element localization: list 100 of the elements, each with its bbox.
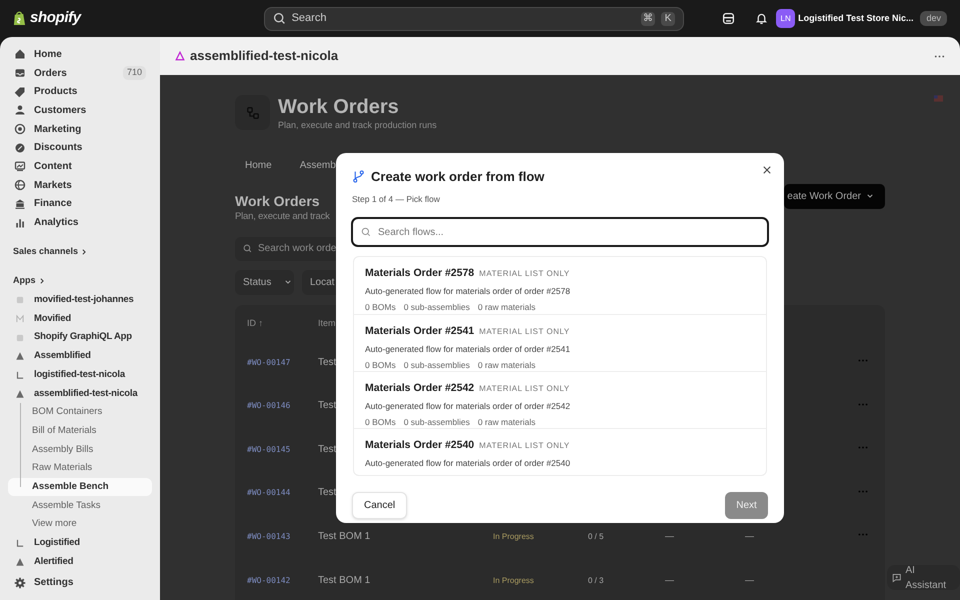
row-actions-icon[interactable] — [858, 490, 868, 493]
table-cell: Test — [318, 356, 336, 368]
branch-icon — [352, 170, 365, 184]
flow-description: Auto-generated flow for materials order of order #2542 — [365, 400, 570, 413]
chevron-right-icon — [81, 248, 88, 255]
sub-nav-item[interactable]: View more — [8, 515, 152, 534]
work-order-link[interactable]: #WO-00145 — [247, 444, 290, 454]
cancel-button[interactable]: Cancel — [352, 492, 408, 519]
flow-stat: 0 raw materials — [478, 358, 536, 372]
sub-nav-item[interactable]: Assemble Bench — [8, 478, 152, 496]
store-avatar: LN — [776, 9, 796, 28]
app-icon — [15, 332, 25, 343]
app-item[interactable]: Alertified — [8, 552, 152, 572]
work-order-link[interactable]: #WO-00146 — [247, 401, 290, 410]
store-menu[interactable]: LN Logistified Test Store Nic... dev — [776, 6, 947, 30]
chevron-right-icon — [38, 278, 44, 284]
target-icon — [14, 123, 26, 136]
sub-nav-item[interactable]: Raw Materials — [8, 459, 152, 478]
search-work-orders-field[interactable]: Search work orde — [235, 236, 336, 261]
app-item[interactable]: Movified — [8, 310, 152, 328]
section-heading[interactable]: Sales channels — [8, 244, 92, 258]
nav-item[interactable]: Markets — [8, 176, 152, 194]
table-cell: Test BOM 1 — [318, 574, 370, 586]
flow-list-item[interactable]: Materials Order #2540 MATERIAL LIST ONLY Auto-generated flow for materials order of order #2540 — [354, 428, 766, 475]
bank-icon — [14, 198, 26, 210]
more-menu-icon[interactable] — [934, 54, 945, 58]
column-header: ID ↑ — [247, 318, 264, 328]
flow-tag: MATERIAL LIST ONLY — [479, 268, 570, 280]
nav-item[interactable]: Analytics — [8, 213, 152, 232]
inbox-icon[interactable] — [722, 12, 736, 25]
work-order-link[interactable]: #WO-00147 — [247, 358, 290, 367]
nav-item[interactable]: Content — [8, 157, 152, 176]
row-actions-icon[interactable] — [858, 402, 868, 406]
filter-button[interactable]: Locat — [302, 270, 336, 295]
table-cell: Test — [318, 487, 336, 498]
search-flows-field[interactable]: Search flows... — [351, 217, 769, 248]
page-tab[interactable]: Home — [245, 158, 272, 172]
table-cell: 0 / 3 — [588, 576, 604, 585]
ai-assistant-button[interactable]: AI Assistant — [887, 565, 960, 590]
table-cell: Test — [318, 400, 336, 412]
chevron-down-icon — [285, 279, 292, 286]
app-item[interactable]: Assemblified — [8, 346, 152, 366]
tray-icon — [14, 67, 26, 80]
triangle-icon — [15, 556, 25, 567]
sub-nav-item[interactable]: BOM Containers — [8, 403, 152, 422]
page-subtitle: Plan, execute and track production runs — [278, 119, 437, 132]
work-order-link[interactable]: #WO-00143 — [247, 532, 290, 541]
nav-item[interactable]: Finance — [8, 194, 152, 214]
nav-item[interactable]: Customers — [8, 101, 152, 120]
app-item[interactable]: assemblified-test-nicola — [8, 384, 152, 403]
nav-item[interactable]: Orders 710 — [8, 64, 152, 82]
sub-nav-item[interactable]: Assembly Bills — [8, 440, 152, 460]
bell-icon[interactable] — [755, 12, 768, 25]
flow-tag: MATERIAL LIST ONLY — [479, 326, 570, 338]
keyboard-key: K — [661, 12, 676, 26]
work-order-link[interactable]: #WO-00144 — [247, 488, 290, 498]
app-item[interactable]: logistified-test-nicola — [8, 366, 152, 384]
flow-stat: 0 BOMs — [365, 358, 396, 372]
section-title: Work Orders — [235, 192, 321, 210]
row-actions-icon[interactable] — [858, 533, 868, 536]
table-cell: Test — [318, 444, 336, 455]
image-icon — [14, 160, 26, 172]
sub-nav-item[interactable]: Bill of Materials — [8, 422, 152, 440]
nav-item[interactable]: Home — [8, 45, 152, 64]
env-badge: dev — [920, 10, 947, 26]
nav-item[interactable]: Discounts — [8, 138, 152, 158]
nav-item[interactable]: Marketing — [8, 120, 152, 138]
app-item[interactable]: Shopify GraphiQL App — [8, 328, 152, 347]
search-icon — [272, 12, 286, 25]
close-icon[interactable] — [763, 166, 771, 174]
app-item[interactable]: Logistified — [8, 534, 152, 552]
page-title: Work Orders — [278, 95, 400, 119]
nav-item[interactable]: Settings — [8, 573, 152, 592]
flow-tag: MATERIAL LIST ONLY — [479, 383, 570, 396]
search-field[interactable]: Search ⌘ K — [264, 6, 684, 30]
sub-nav-item[interactable]: Assemble Tasks — [8, 496, 152, 516]
keyboard-key: ⌘ — [641, 12, 656, 26]
nav-item[interactable]: Products — [8, 82, 152, 102]
row-actions-icon[interactable] — [858, 446, 868, 450]
flow-list-item[interactable]: Materials Order #2542 MATERIAL LIST ONLY Auto-generated flow for materials order of order #2542 0 BOMs 0 sub-assemblies 0 raw materials — [354, 371, 766, 428]
app-item[interactable]: movified-test-johannes — [8, 290, 152, 310]
section-subtitle: Plan, execute and track — [235, 210, 330, 224]
status-label: In Progress — [493, 532, 534, 541]
work-order-link[interactable]: #WO-00142 — [247, 576, 290, 585]
chat-icon — [892, 572, 902, 582]
section-heading[interactable]: Apps — [8, 274, 50, 288]
flow-list-item[interactable]: Materials Order #2578 MATERIAL LIST ONLY Auto-generated flow for materials order of order #2578 0 BOMs 0 sub-assemblies 0 raw materials — [354, 257, 766, 314]
filter-button[interactable]: Status — [235, 270, 294, 295]
flag-icon — [934, 95, 943, 102]
status-label: In Progress — [493, 576, 534, 585]
flow-list-item[interactable]: Materials Order #2541 MATERIAL LIST ONLY Auto-generated flow for materials order of order #2541 0 BOMs 0 sub-assemblies 0 raw materials — [354, 314, 766, 372]
table-cell: — — [665, 530, 674, 541]
create-work-order-button[interactable]: eate Work Order — [784, 184, 885, 208]
flow-stat: 0 sub-assemblies — [404, 300, 470, 314]
flow-stat: 0 sub-assemblies — [404, 416, 470, 428]
app-icon — [15, 295, 25, 306]
page-tab[interactable]: Assemb — [300, 158, 336, 172]
chevron-down-icon — [867, 193, 873, 199]
bar-chart-icon — [14, 216, 26, 229]
row-actions-icon[interactable] — [858, 359, 868, 362]
